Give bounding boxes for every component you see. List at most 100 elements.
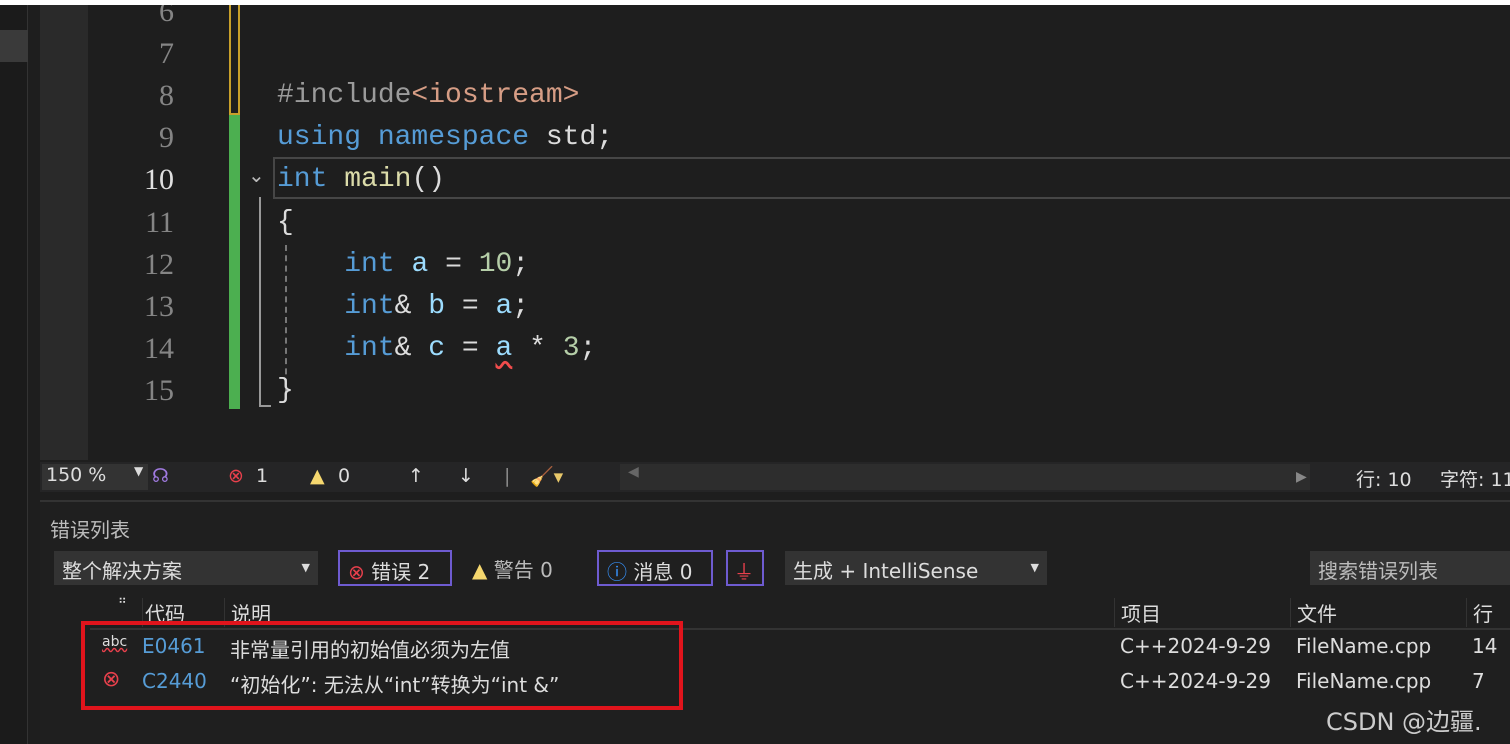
warning-icon: ▲ xyxy=(310,465,325,487)
line-number: 12 xyxy=(144,247,174,281)
horizontal-scrollbar[interactable]: ◀ xyxy=(620,464,1310,490)
code-line[interactable]: { xyxy=(277,202,294,244)
char-indicator: 字符: 11 xyxy=(1440,469,1510,491)
code-token: & xyxy=(394,332,429,364)
error-icon: ⊗ xyxy=(228,465,244,487)
divider: | xyxy=(504,465,511,487)
line-number: 11 xyxy=(145,205,174,239)
column-project[interactable]: 项目 xyxy=(1114,598,1161,627)
errors-filter-toggle[interactable]: ⊗ 错误 2 xyxy=(338,550,452,586)
error-file: FileName.cpp xyxy=(1296,669,1432,693)
code-token: std; xyxy=(529,122,614,154)
code-token: ; xyxy=(512,290,530,322)
code-line[interactable]: int& b = a; xyxy=(277,286,529,328)
errors-toggle-label: 错误 2 xyxy=(371,560,431,584)
code-token: ; xyxy=(512,248,530,280)
warning-count[interactable]: 0 xyxy=(338,465,350,487)
error-line: 14 xyxy=(1472,634,1498,658)
next-issue-icon[interactable]: ↓ xyxy=(458,465,474,487)
code-token: a xyxy=(495,290,513,322)
source-dropdown[interactable]: 生成 + IntelliSense ▼ xyxy=(785,551,1047,585)
code-token: 3 xyxy=(562,332,580,364)
filter-icon[interactable]: ⏚ xyxy=(726,550,764,586)
code-token: main xyxy=(344,164,412,196)
code-token: 10 xyxy=(478,248,513,280)
line-number: 7 xyxy=(159,37,174,71)
code-line[interactable]: using namespace std; xyxy=(277,117,613,159)
line-number: 10 xyxy=(144,163,174,197)
code-token: a xyxy=(411,248,429,280)
chevron-down-icon: ▼ xyxy=(134,464,144,478)
column-options-icon[interactable]: ⠛ xyxy=(118,596,127,610)
code-cleanup-icon[interactable]: 🧹▾ xyxy=(530,465,563,488)
warnings-toggle-label: 警告 0 xyxy=(493,558,553,582)
source-value: 生成 + IntelliSense xyxy=(793,559,979,583)
code-line[interactable]: #include<iostream> xyxy=(277,75,579,117)
fold-region-line xyxy=(259,197,271,407)
change-bar-saved xyxy=(229,115,240,409)
line-indicator: 行: 10 xyxy=(1356,469,1412,491)
code-token: () xyxy=(411,164,446,196)
code-line[interactable]: } xyxy=(277,370,294,412)
code-token: } xyxy=(277,374,294,406)
column-line[interactable]: 行 xyxy=(1466,598,1493,627)
code-token: { xyxy=(277,206,294,238)
code-token: c xyxy=(428,332,446,364)
error-project: C++2024-9-29 xyxy=(1120,669,1271,693)
editor-status-bar: 150 % ▼ ☊ ⊗ 1 ▲ 0 ↑ ↓ | 🧹▾ ◀ ▶ 行: 10 字符: … xyxy=(40,462,1510,492)
chevron-down-icon: ▼ xyxy=(301,561,310,574)
code-line[interactable]: int a = 10; xyxy=(277,244,529,286)
messages-toggle-label: 消息 0 xyxy=(633,560,693,584)
fold-chevron-icon[interactable]: ⌄ xyxy=(248,163,265,187)
warnings-filter-toggle[interactable]: ▲ 警告 0 xyxy=(472,554,553,583)
info-icon: ⓘ xyxy=(607,560,627,584)
code-line[interactable]: int& c = a * 3; xyxy=(277,328,596,370)
code-token: = xyxy=(428,248,479,280)
scroll-left-icon[interactable]: ◀ xyxy=(628,464,639,480)
scroll-right-icon[interactable]: ▶ xyxy=(1296,469,1307,485)
code-token: #include xyxy=(277,80,412,112)
code-token: int xyxy=(277,164,328,196)
error-line: 7 xyxy=(1472,669,1485,693)
line-number: 15 xyxy=(144,373,174,407)
search-input[interactable]: 搜索错误列表 xyxy=(1310,551,1510,585)
warning-icon: ▲ xyxy=(472,558,488,582)
zoom-dropdown[interactable]: 150 % ▼ xyxy=(42,464,148,490)
code-token: using xyxy=(277,122,362,154)
scope-dropdown[interactable]: 整个解决方案 ▼ xyxy=(54,551,318,585)
current-line-highlight xyxy=(273,157,1510,199)
line-number: 14 xyxy=(144,331,174,365)
error-list-panel: 错误列表 整个解决方案 ▼ ⊗ 错误 2 ▲ 警告 0 ⓘ 消息 0 ⏚ 生成 +… xyxy=(40,500,1510,744)
code-token: b xyxy=(428,290,446,322)
intellicode-icon[interactable]: ☊ xyxy=(152,465,169,487)
chevron-down-icon: ▼ xyxy=(1030,561,1039,574)
code-token: int xyxy=(344,248,395,280)
error-icon: ⊗ xyxy=(348,560,365,584)
column-file[interactable]: 文件 xyxy=(1290,598,1337,627)
line-number: 13 xyxy=(144,289,174,323)
scope-value: 整个解决方案 xyxy=(62,559,182,583)
previous-issue-icon[interactable]: ↑ xyxy=(408,465,424,487)
code-editor[interactable]: ⌄ 6 7 8 #include<iostream> 9 using namespace … xyxy=(88,5,1510,460)
left-sidebar xyxy=(0,5,28,744)
error-count[interactable]: 1 xyxy=(256,465,268,487)
code-token: = xyxy=(445,332,496,364)
change-bar-unsaved xyxy=(229,5,240,115)
zoom-level: 150 % xyxy=(46,464,107,486)
code-token: ; xyxy=(579,332,597,364)
line-number: 8 xyxy=(159,79,174,113)
code-token: = xyxy=(445,290,496,322)
code-token: namespace xyxy=(377,122,530,154)
code-token: * xyxy=(512,332,563,364)
messages-filter-toggle[interactable]: ⓘ 消息 0 xyxy=(597,550,713,586)
code-token: & xyxy=(394,290,429,322)
code-token: int xyxy=(344,290,395,322)
sidebar-tab[interactable] xyxy=(0,30,28,62)
code-line[interactable]: int main() xyxy=(277,159,445,201)
line-number: 6 xyxy=(159,5,174,28)
